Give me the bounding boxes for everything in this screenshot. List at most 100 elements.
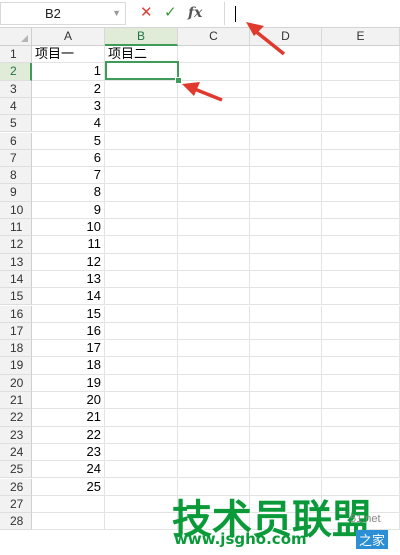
cell-b14[interactable] [105, 270, 178, 289]
cell-a22[interactable]: 21 [32, 409, 105, 427]
cell-b22[interactable] [105, 409, 178, 427]
cell-d24[interactable] [250, 443, 322, 462]
cell-a16[interactable]: 15 [32, 305, 105, 323]
cell-e24[interactable] [322, 443, 400, 462]
row-header-25[interactable]: 25 [0, 461, 32, 479]
cell-b1[interactable]: 项目二 [105, 46, 178, 64]
column-header-c[interactable]: C [178, 28, 250, 46]
cell-b26[interactable] [105, 478, 178, 496]
cell-a25[interactable]: 24 [32, 461, 105, 479]
cell-d13[interactable] [250, 253, 322, 271]
cell-c1[interactable] [178, 46, 250, 64]
cell-e14[interactable] [322, 270, 400, 289]
cell-b25[interactable] [105, 461, 178, 479]
cancel-icon[interactable]: ✕ [140, 3, 153, 23]
cell-b5[interactable] [105, 115, 178, 133]
row-header-21[interactable]: 21 [0, 392, 32, 410]
cell-d4[interactable] [250, 97, 322, 116]
cell-a10[interactable]: 9 [32, 201, 105, 219]
cell-b12[interactable] [105, 236, 178, 254]
row-header-6[interactable]: 6 [0, 132, 32, 150]
cell-b18[interactable] [105, 340, 178, 358]
cell-d12[interactable] [250, 236, 322, 254]
cell-d11[interactable] [250, 219, 322, 237]
column-header-e[interactable]: E [322, 28, 400, 46]
cell-b21[interactable] [105, 392, 178, 410]
cell-a15[interactable]: 14 [32, 288, 105, 306]
cell-d15[interactable] [250, 288, 322, 306]
cell-a5[interactable]: 4 [32, 115, 105, 133]
cell-e22[interactable] [322, 409, 400, 427]
cell-e19[interactable] [322, 357, 400, 375]
row-header-9[interactable]: 9 [0, 184, 32, 202]
cell-b2[interactable] [105, 63, 178, 81]
cell-d19[interactable] [250, 357, 322, 375]
cell-e9[interactable] [322, 184, 400, 202]
cell-d6[interactable] [250, 132, 322, 150]
cell-c8[interactable] [178, 167, 250, 185]
cell-e1[interactable] [322, 46, 400, 64]
chevron-down-icon[interactable]: ▼ [112, 3, 121, 24]
cell-b19[interactable] [105, 357, 178, 375]
cell-a24[interactable]: 23 [32, 443, 105, 462]
cell-a21[interactable]: 20 [32, 392, 105, 410]
cell-a9[interactable]: 8 [32, 184, 105, 202]
cell-c5[interactable] [178, 115, 250, 133]
cell-c17[interactable] [178, 322, 250, 341]
cell-c6[interactable] [178, 132, 250, 150]
cell-b17[interactable] [105, 322, 178, 341]
cell-e18[interactable] [322, 340, 400, 358]
cell-b24[interactable] [105, 443, 178, 462]
row-header-1[interactable]: 1 [0, 46, 32, 64]
cell-a13[interactable]: 12 [32, 253, 105, 271]
row-header-7[interactable]: 7 [0, 149, 32, 168]
cell-b11[interactable] [105, 219, 178, 237]
cell-d2[interactable] [250, 63, 322, 81]
cell-d16[interactable] [250, 305, 322, 323]
cell-c16[interactable] [178, 305, 250, 323]
row-header-2[interactable]: 2 [0, 63, 32, 81]
cell-d1[interactable] [250, 46, 322, 64]
row-header-28[interactable]: 28 [0, 513, 32, 531]
cell-a17[interactable]: 16 [32, 322, 105, 341]
row-header-24[interactable]: 24 [0, 443, 32, 462]
cell-a19[interactable]: 18 [32, 357, 105, 375]
row-header-8[interactable]: 8 [0, 167, 32, 185]
cell-c14[interactable] [178, 270, 250, 289]
cell-a28[interactable] [32, 513, 105, 531]
cell-c23[interactable] [178, 426, 250, 444]
row-header-17[interactable]: 17 [0, 322, 32, 341]
cell-d25[interactable] [250, 461, 322, 479]
cell-d22[interactable] [250, 409, 322, 427]
cell-b6[interactable] [105, 132, 178, 150]
cell-a8[interactable]: 7 [32, 167, 105, 185]
cell-c12[interactable] [178, 236, 250, 254]
row-header-4[interactable]: 4 [0, 97, 32, 116]
cell-a27[interactable] [32, 495, 105, 514]
cell-a4[interactable]: 3 [32, 97, 105, 116]
cell-d23[interactable] [250, 426, 322, 444]
cell-d8[interactable] [250, 167, 322, 185]
row-header-3[interactable]: 3 [0, 80, 32, 98]
cell-b20[interactable] [105, 374, 178, 392]
cell-d14[interactable] [250, 270, 322, 289]
row-header-10[interactable]: 10 [0, 201, 32, 219]
cell-d3[interactable] [250, 80, 322, 98]
cell-c22[interactable] [178, 409, 250, 427]
cell-c18[interactable] [178, 340, 250, 358]
cell-c15[interactable] [178, 288, 250, 306]
row-header-23[interactable]: 23 [0, 426, 32, 444]
insert-function-button[interactable]: fx [188, 3, 202, 23]
cell-a7[interactable]: 6 [32, 149, 105, 168]
row-header-26[interactable]: 26 [0, 478, 32, 496]
cell-b28[interactable] [105, 513, 178, 531]
cell-c13[interactable] [178, 253, 250, 271]
cell-a12[interactable]: 11 [32, 236, 105, 254]
cell-e6[interactable] [322, 132, 400, 150]
cell-c24[interactable] [178, 443, 250, 462]
cell-d21[interactable] [250, 392, 322, 410]
row-header-20[interactable]: 20 [0, 374, 32, 392]
cell-a18[interactable]: 17 [32, 340, 105, 358]
row-header-22[interactable]: 22 [0, 409, 32, 427]
cell-a2[interactable]: 1 [32, 63, 105, 81]
